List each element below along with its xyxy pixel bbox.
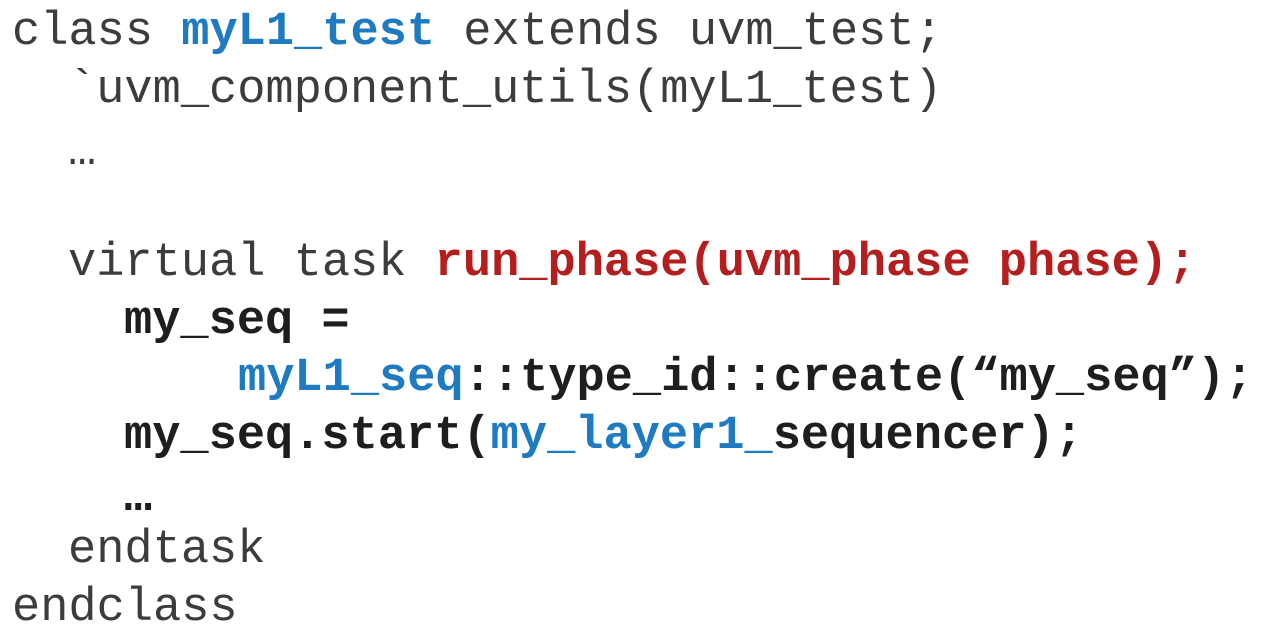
code-line-seq-create: myL1_seq::type_id::create(“my_seq”); xyxy=(238,350,1253,408)
ellipsis-text: … xyxy=(124,472,153,525)
start-call-suffix: sequencer); xyxy=(772,410,1083,463)
endclass-keyword: endclass xyxy=(12,582,238,635)
ellipsis-text: … xyxy=(68,126,97,179)
create-call: ::type_id::create(“my_seq”); xyxy=(463,352,1254,405)
class-keyword: class xyxy=(12,6,182,59)
code-listing: class myL1_test extends uvm_test; `uvm_c… xyxy=(0,0,1274,639)
endtask-keyword: endtask xyxy=(68,524,266,577)
code-line-seq-start: my_seq.start(my_layer1_sequencer); xyxy=(124,408,1083,466)
seq-class-name: myL1_seq xyxy=(238,352,464,405)
code-line-endtask: endtask xyxy=(68,522,265,580)
code-line-utils-macro: `uvm_component_utils(myL1_test) xyxy=(68,62,942,120)
utils-macro-text: `uvm_component_utils(myL1_test) xyxy=(68,64,943,117)
task-keyword: virtual task xyxy=(68,237,435,290)
code-line-class-decl: class myL1_test extends uvm_test; xyxy=(12,4,943,62)
code-line-task-decl: virtual task run_phase(uvm_phase phase); xyxy=(68,235,1196,293)
code-line-ellipsis-1: … xyxy=(68,124,96,182)
run-phase-signature: run_phase(uvm_phase phase); xyxy=(434,237,1197,290)
sequencer-arg-prefix: my_layer1_ xyxy=(490,410,773,463)
extends-clause: extends uvm_test; xyxy=(435,6,943,59)
code-line-ellipsis-2: … xyxy=(124,470,152,528)
class-name: myL1_test xyxy=(181,6,436,59)
code-line-seq-assign: my_seq = xyxy=(124,293,350,351)
seq-assign-text: my_seq = xyxy=(124,295,350,348)
code-line-endclass: endclass xyxy=(12,580,238,638)
start-call-prefix: my_seq.start( xyxy=(124,410,491,463)
